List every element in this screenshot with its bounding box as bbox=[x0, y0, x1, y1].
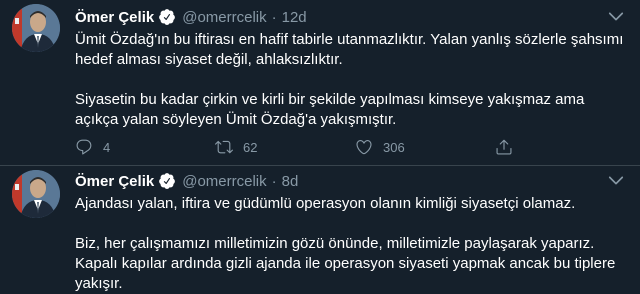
retweet-button[interactable]: 62 bbox=[215, 138, 355, 156]
avatar[interactable] bbox=[12, 170, 60, 218]
like-count: 306 bbox=[383, 139, 405, 155]
tweet-content: Ömer Çelik @omerrcelik · 8d Ajandası yal… bbox=[75, 170, 626, 294]
timestamp[interactable]: 12d bbox=[282, 9, 307, 26]
tweet-header: Ömer Çelik @omerrcelik · 8d bbox=[75, 170, 626, 192]
like-icon bbox=[356, 140, 372, 155]
tweet-text: Biz, her çalışmamızı milletimizin gözü ö… bbox=[75, 235, 616, 292]
tweet-content: Ömer Çelik @omerrcelik · 12d Ümit Özdağ'… bbox=[75, 6, 626, 156]
tweet[interactable]: Ömer Çelik @omerrcelik · 8d Ajandası yal… bbox=[0, 166, 640, 293]
verified-icon bbox=[158, 8, 176, 26]
retweet-count: 62 bbox=[243, 139, 258, 155]
tweet-header: Ömer Çelik @omerrcelik · 12d bbox=[75, 6, 626, 28]
share-icon bbox=[496, 139, 512, 155]
tweet[interactable]: Ömer Çelik @omerrcelik · 12d Ümit Özdağ'… bbox=[0, 0, 640, 166]
reply-icon bbox=[76, 139, 92, 155]
tweet-text: Ajandası yalan, iftira ve güdümlü operas… bbox=[75, 195, 576, 212]
tweet-text: Siyasetin bu kadar çirkin ve kirli bir ş… bbox=[75, 91, 585, 128]
author-name[interactable]: Ömer Çelik bbox=[75, 9, 154, 26]
author-handle[interactable]: @omerrcelik bbox=[182, 9, 266, 26]
tweet-text: Ümit Özdağ'ın bu iftirası en hafif tabir… bbox=[75, 31, 624, 68]
avatar[interactable] bbox=[12, 4, 60, 52]
retweet-icon bbox=[215, 140, 233, 154]
caret-down-icon[interactable] bbox=[606, 170, 626, 190]
share-button[interactable] bbox=[495, 138, 523, 156]
author-name[interactable]: Ömer Çelik bbox=[75, 173, 154, 190]
author-handle[interactable]: @omerrcelik bbox=[182, 173, 266, 190]
like-button[interactable]: 306 bbox=[355, 138, 495, 156]
verified-icon bbox=[158, 172, 176, 190]
caret-down-icon[interactable] bbox=[606, 6, 626, 26]
reply-count: 4 bbox=[103, 139, 111, 155]
separator: · bbox=[271, 8, 277, 26]
separator: · bbox=[271, 172, 277, 190]
tweet-actions: 4 62 306 bbox=[75, 138, 626, 156]
timestamp[interactable]: 8d bbox=[282, 173, 299, 190]
reply-button[interactable]: 4 bbox=[75, 138, 215, 156]
